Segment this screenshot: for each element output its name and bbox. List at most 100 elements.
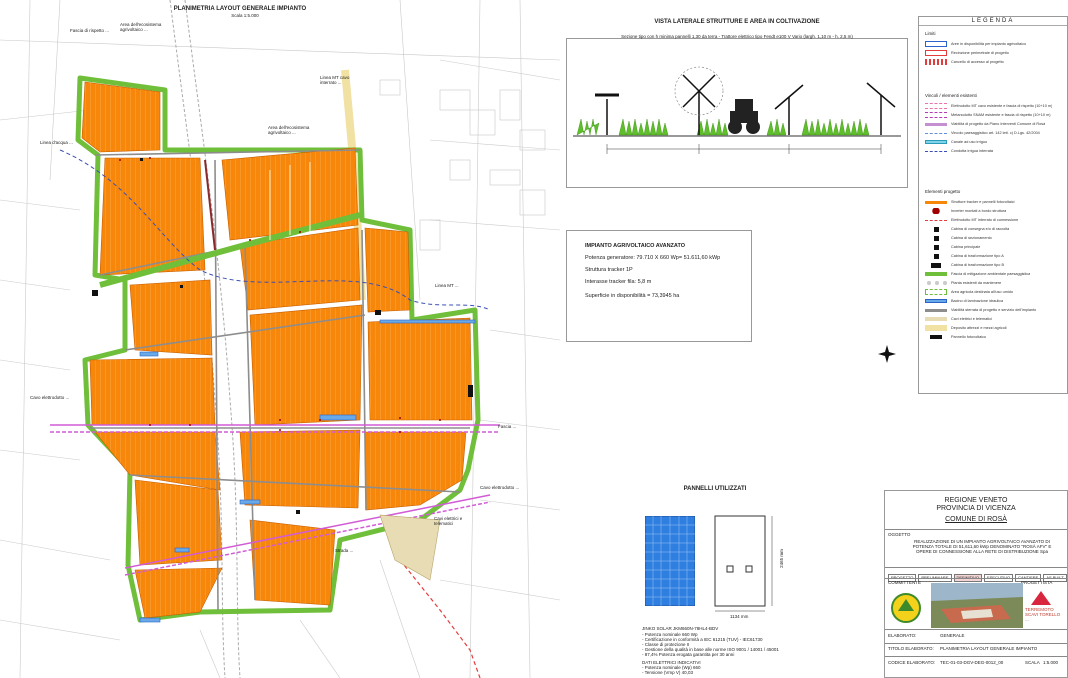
comune-name: COMUNE DI ROSÀ [945, 516, 1007, 523]
legend-symbol-icon [925, 103, 947, 109]
legend-section: Limiti [925, 31, 936, 36]
codice-value: TEC-01-03-DGV-DEG-0012_00 [940, 660, 1004, 665]
north-arrow-icon [878, 345, 896, 363]
tractor [728, 99, 760, 134]
legend-label: Bacino di laminazione idraulica [951, 299, 1004, 303]
panel-spec: JINKO SOLAR JKM660N-78HL4-BDV [642, 626, 719, 631]
codice-label: CODICE ELABORATO: [888, 660, 936, 665]
panel-dim-height: 2465 mm [778, 549, 784, 568]
legend-symbol-icon [925, 50, 947, 56]
province-name: PROVINCIA DI VICENZA [936, 505, 1016, 512]
progettista-label: PROGETTISTA [1021, 580, 1053, 585]
map-annotation: Fascia ... [498, 424, 517, 429]
impianto-line: Interasse tracker fila: 5,8 m [585, 279, 652, 285]
legend-label: Cabina di sezionamento [951, 236, 992, 240]
title-block: REGIONE VENETO PROVINCIA DI VICENZA COMU… [884, 490, 1068, 678]
scala-value: 1:5.000 [1043, 660, 1059, 665]
legend-symbol-icon [925, 289, 947, 295]
side-view-title: VISTA LATERALE STRUTTURE E AREA IN COLTI… [654, 19, 820, 25]
legend-label: Cabina di consegna e/o di raccolta [951, 227, 1010, 231]
legend-label: Strutture tracker e pannelli fotovoltaic… [951, 200, 1015, 204]
legend-item: Pannello fotovoltaico [919, 332, 1068, 342]
legend-panel: LEGENDA Limiti Vincoli / elementi esiste… [918, 16, 1068, 394]
legend-label: Cavi elettrici e telematici [951, 317, 992, 321]
legend-symbol-icon [925, 308, 947, 312]
map-scale: Scala 1:5.000 [231, 13, 259, 18]
map-annotation: Linea d'acqua ... [40, 140, 73, 145]
site-plan-map [0, 0, 561, 678]
legend-symbol-icon [925, 122, 947, 126]
legend-symbol-icon [925, 334, 947, 340]
map-annotation: Area dell'ecosistema agrivoltaico ... [120, 22, 162, 32]
legend-symbol-icon [925, 140, 947, 144]
legend-label: Aree in disponibilità per impianto agriv… [951, 42, 1027, 46]
oggetto-text: REALIZZAZIONE DI UN IMPIANTO AGRIVOLTAIC… [912, 539, 1052, 554]
legend-label: Condotta irrigua interrata [951, 149, 993, 153]
map-annotation: Cavo elettrodotto ... [30, 395, 70, 400]
legend-symbol-icon [925, 280, 947, 286]
side-view-drawing [573, 66, 901, 154]
committente-logo-icon [891, 593, 921, 623]
titolo-label: TITOLO ELABORATO: [888, 646, 934, 651]
impianto-title: IMPIANTO AGRIVOLTAICO AVANZATO [585, 243, 686, 249]
legend-label: Recinzione perimetrale di progetto [951, 51, 1009, 55]
impianto-panel: IMPIANTO AGRIVOLTAICO AVANZATO Potenza g… [566, 230, 752, 342]
legend-symbol-icon [925, 325, 947, 331]
panel-front-drawing [645, 516, 695, 606]
drawing-sheet: PLANIMETRIA LAYOUT GENERALE IMPIANTO Sca… [0, 0, 1068, 678]
panel-spec: - Tensione (Vmp V) 40,03 [642, 670, 693, 675]
panels-title: PANNELLI UTILIZZATI [683, 486, 747, 492]
region-name: REGIONE VENETO [944, 497, 1008, 504]
scala-label: SCALA [1025, 660, 1040, 665]
legend-symbol-icon [925, 132, 947, 134]
map-annotation: Linea MT cavo interrato ... [320, 75, 350, 85]
panel-spec: - 87,4% Potenza erogata garantita per 30… [642, 652, 735, 657]
impianto-line: Struttura tracker 1P [585, 267, 633, 273]
legend-label: Canale ad uso irriguo [951, 140, 988, 144]
legend-symbol-icon [925, 253, 947, 259]
panel-back-drawing [714, 515, 773, 612]
legend-symbol-icon [925, 244, 947, 250]
crop-rows [576, 118, 870, 136]
legend-symbol-icon [925, 150, 947, 152]
legend-label: Pannello fotovoltaico [951, 335, 987, 339]
red-path [204, 159, 216, 251]
map-annotation: Area dell'ecosistema agrivoltaico ... [268, 125, 310, 135]
panels-section: PANNELLI UTILIZZATI 2465 mm 1134 mm JINK… [620, 486, 870, 678]
map-annotation: Strada ... [335, 548, 354, 553]
map-area: PLANIMETRIA LAYOUT GENERALE IMPIANTO Sca… [0, 0, 561, 678]
legend-label: Metanodotto SNAM esistente e fascia di r… [951, 113, 1051, 117]
legend-item: Condotta irrigua interrata [919, 146, 1068, 156]
legend-label: Vincolo paesaggistico art. 142 lett. c) … [951, 131, 1040, 135]
map-annotation: Cavo elettrodotto ... [480, 485, 520, 490]
legend-symbol-icon [925, 235, 947, 241]
titolo-value: PLANIMETRIA LAYOUT GENERALE IMPIANTO [940, 646, 1038, 651]
legend-label: Viabilità sterrata di progetto e servizi… [951, 308, 1037, 312]
map-annotation: Cavi elettrici e telematici [434, 516, 463, 526]
legend-label: Viabilità di progetto da Piano Intervent… [951, 122, 1046, 126]
legend-symbol-icon [925, 112, 947, 118]
legend-label: Elettrodotto MT cavo esistente e fascia … [951, 104, 1053, 108]
legend-symbol-icon [925, 226, 947, 232]
map-title: PLANIMETRIA LAYOUT GENERALE IMPIANTO [173, 6, 307, 12]
legend-symbol-icon [925, 200, 947, 204]
legend-symbol-icon [925, 208, 947, 214]
elaborato-value: GENERALE [940, 633, 965, 638]
dimensions [606, 144, 882, 154]
legend-label: Inverter montati a bordo struttura [951, 209, 1007, 213]
legend-label: Cabina di trasformazione tipo B [951, 263, 1004, 267]
legend-item: Cancello di accesso al progetto [919, 57, 1068, 67]
firm-name: TERREMOTO SCAVI TORELLO ... [1025, 607, 1061, 622]
legend-symbol-icon [925, 272, 947, 276]
legend-label: Elettrodotto MT interrato di connessione [951, 218, 1019, 222]
legend-section: Elementi progetto [925, 189, 961, 194]
side-view-subtitle: Sezione tipo con h minima pannelli 1,30 … [621, 34, 853, 39]
legend-symbol-icon [925, 317, 947, 321]
legend-symbol-icon [925, 59, 947, 65]
side-view-panel: VISTA LATERALE STRUTTURE E AREA IN COLTI… [566, 19, 908, 188]
impianto-line: Superficie in disponibilità = 73,3945 ha [585, 293, 680, 299]
oggetto-label: OGGETTO [888, 532, 911, 537]
committente-label: COMMITTENTE [888, 580, 921, 585]
legend-label: Cancello di accesso al progetto [951, 60, 1004, 64]
legend-section: Vincoli / elementi esistenti [925, 93, 977, 98]
